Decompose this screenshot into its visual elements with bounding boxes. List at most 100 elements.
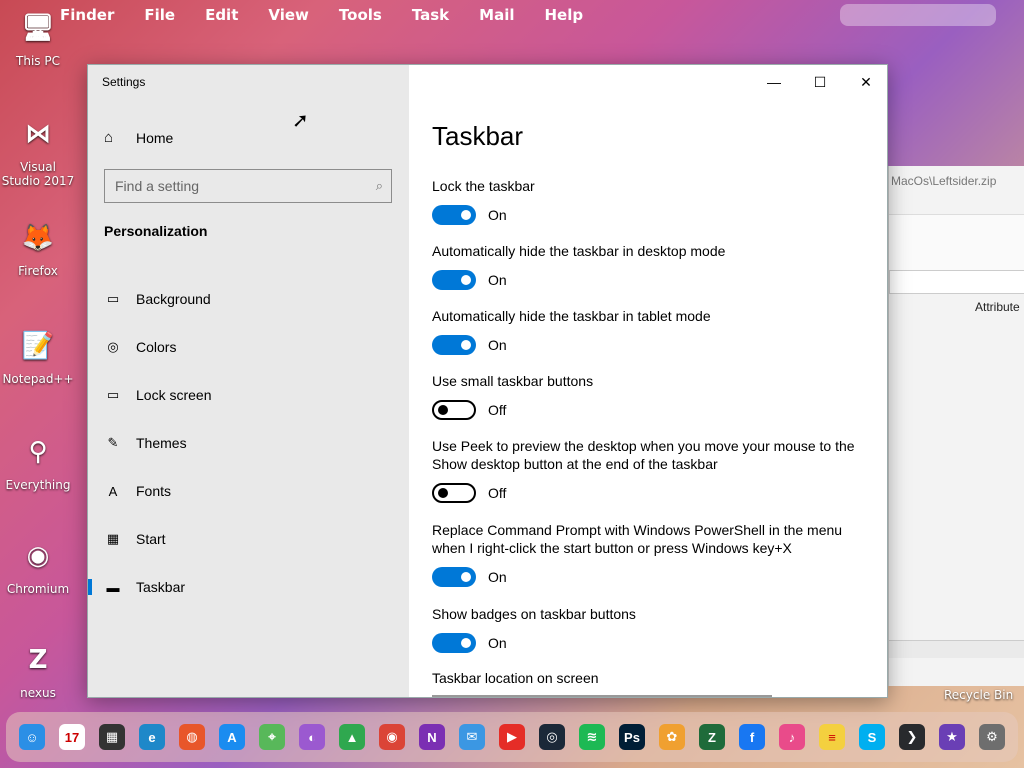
sidebar-nav: ▭ Background ◎ Colors ▭ Lock screen ✎ Themes A Fo… bbox=[88, 275, 409, 611]
desktop-icon-visual-studio[interactable]: ⋈ Visual Studio 2017 bbox=[0, 110, 76, 188]
toggle-switch[interactable] bbox=[432, 633, 476, 653]
column-header-attribute[interactable]: Attribute bbox=[975, 300, 1020, 314]
toggle-state-label: Off bbox=[488, 402, 507, 418]
desktop-icon-chromium[interactable]: ◉ Chromium bbox=[0, 532, 76, 596]
setting-option-label: Automatically hide the taskbar in tablet… bbox=[432, 308, 711, 324]
palette-icon: ◎ bbox=[107, 339, 119, 354]
desktop-icon-label: Firefox bbox=[18, 264, 58, 278]
menu-bar: Finder File Edit View Tools Task Mail He… bbox=[0, 0, 1024, 30]
google-drive-icon[interactable]: ▲ bbox=[339, 724, 365, 750]
sidebar-item-taskbar[interactable]: ▬ Taskbar bbox=[88, 563, 409, 611]
toggle-switch[interactable] bbox=[432, 567, 476, 587]
setting-option-label: Use small taskbar buttons bbox=[432, 373, 594, 389]
notes-icon[interactable]: ≡ bbox=[819, 724, 845, 750]
minimize-icon[interactable]: — bbox=[751, 65, 797, 99]
desktop-icon-firefox[interactable]: 🦊 Firefox bbox=[0, 214, 76, 278]
toggle-switch[interactable] bbox=[432, 335, 476, 355]
horizontal-scrollbar[interactable] bbox=[889, 640, 1024, 658]
menu-item-tools[interactable]: Tools bbox=[339, 6, 382, 24]
page-title: Taskbar bbox=[432, 121, 524, 151]
mail-icon[interactable]: ✉ bbox=[459, 724, 485, 750]
toggle-switch[interactable] bbox=[432, 400, 476, 420]
sidebar-item-themes[interactable]: ✎ Themes bbox=[88, 419, 409, 467]
computer-icon: 🖥 bbox=[21, 13, 55, 43]
mouse-pointer-icon: ➚ bbox=[292, 110, 309, 132]
close-icon[interactable]: ✕ bbox=[843, 65, 887, 99]
desktop-icon-label: Visual Studio 2017 bbox=[1, 160, 75, 188]
youtube-icon[interactable]: ▶ bbox=[499, 724, 525, 750]
steam-icon[interactable]: ◎ bbox=[539, 724, 565, 750]
desktop-icon-everything-search[interactable]: ⚲ Everything bbox=[0, 428, 76, 492]
firefox-dock-icon[interactable]: ◍ bbox=[179, 724, 205, 750]
toggle-switch[interactable] bbox=[432, 205, 476, 225]
sidebar-item-lock-screen[interactable]: ▭ Lock screen bbox=[88, 371, 409, 419]
background-image-icon: ▭ bbox=[106, 291, 120, 306]
sidebar-item-colors[interactable]: ◎ Colors bbox=[88, 323, 409, 371]
maximize-icon[interactable]: ☐ bbox=[797, 65, 843, 99]
search-input[interactable] bbox=[105, 170, 355, 202]
facebook-icon[interactable]: f bbox=[739, 724, 765, 750]
system-preferences-icon[interactable]: ⚙ bbox=[979, 724, 1005, 750]
menu-item-help[interactable]: Help bbox=[545, 6, 584, 24]
sidebar-item-background[interactable]: ▭ Background bbox=[88, 275, 409, 323]
window-title: Settings bbox=[102, 75, 146, 89]
edge-icon[interactable]: e bbox=[139, 724, 165, 750]
taskbar-location-dropdown[interactable] bbox=[432, 695, 772, 697]
section-title: Personalization bbox=[104, 223, 208, 239]
sidebar-item-label: Lock screen bbox=[136, 387, 212, 403]
settings-window: Settings ⌂ Home ⌕ Personalization ▭ Backg… bbox=[87, 64, 888, 698]
chromium-icon: ◉ bbox=[26, 541, 50, 571]
menu-item-edit[interactable]: Edit bbox=[205, 6, 238, 24]
calculator-icon[interactable]: ▦ bbox=[99, 724, 125, 750]
onenote-icon[interactable]: N bbox=[419, 724, 445, 750]
sidebar-item-start[interactable]: ▦ Start bbox=[88, 515, 409, 563]
sidebar-item-fonts[interactable]: A Fonts bbox=[88, 467, 409, 515]
spotify-icon[interactable]: ≋ bbox=[579, 724, 605, 750]
desktop-icon-notepad-plus-plus[interactable]: 📝 Notepad++ bbox=[0, 322, 76, 386]
search-icon[interactable]: ⌕ bbox=[376, 178, 383, 194]
setting-option-label: Lock the taskbar bbox=[432, 178, 535, 194]
siri-icon[interactable]: ◐ bbox=[299, 724, 325, 750]
desktop-icon-computer[interactable]: 🖥 This PC bbox=[0, 4, 76, 68]
photoshop-icon[interactable]: Ps bbox=[619, 724, 645, 750]
setting-option-label: Automatically hide the taskbar in deskto… bbox=[432, 243, 726, 259]
menu-item-task[interactable]: Task bbox=[412, 6, 449, 24]
toggle-row: On bbox=[432, 335, 872, 355]
recycle-bin-label[interactable]: Recycle Bin bbox=[944, 688, 1013, 702]
itunes-icon[interactable]: ♪ bbox=[779, 724, 805, 750]
toggle-state-label: Off bbox=[488, 485, 507, 501]
taskbar-location-label: Taskbar location on screen bbox=[432, 670, 599, 686]
visual-studio-icon: ⋈ bbox=[25, 119, 51, 149]
toggle-switch[interactable] bbox=[432, 270, 476, 290]
plex-icon[interactable]: ❯ bbox=[899, 724, 925, 750]
setting-option: Lock the taskbar On bbox=[432, 177, 872, 225]
menu-item-view[interactable]: View bbox=[268, 6, 309, 24]
background-window[interactable]: MacOs\Leftsider.zip Attribute bbox=[888, 166, 1024, 686]
desktop-icon-label: Notepad++ bbox=[2, 372, 74, 386]
sidebar-item-label: Themes bbox=[136, 435, 187, 451]
menu-item-file[interactable]: File bbox=[144, 6, 175, 24]
dock: ☺ 17 ▦ e ◍ A ⌖ ◐ ▲ ◉ N ✉ ▶ ◎ ≋ Ps ✿ Zf ♪ ≡ S ❯ ★ ⚙ bbox=[6, 712, 1018, 762]
maps-icon[interactable]: ⌖ bbox=[259, 724, 285, 750]
calendar-icon[interactable]: 17 bbox=[59, 724, 85, 750]
chrome-icon[interactable]: ◉ bbox=[379, 724, 405, 750]
settings-sidebar: Settings ⌂ Home ⌕ Personalization ▭ Backg… bbox=[88, 65, 409, 697]
home-link[interactable]: ⌂ Home bbox=[104, 129, 173, 146]
app-store-icon[interactable]: A bbox=[219, 724, 245, 750]
toggle-state-label: On bbox=[488, 272, 507, 288]
zendesk-icon[interactable]: Z bbox=[699, 724, 725, 750]
notepad-plus-plus-icon: 📝 bbox=[21, 331, 55, 361]
imovie-icon[interactable]: ★ bbox=[939, 724, 965, 750]
desktop-icon-nexus[interactable]: Znexus bbox=[0, 636, 76, 700]
toggle-state-label: On bbox=[488, 337, 507, 353]
address-dropdown[interactable] bbox=[889, 270, 1024, 294]
setting-option-label: Show badges on taskbar buttons bbox=[432, 606, 636, 622]
photos-icon[interactable]: ✿ bbox=[659, 724, 685, 750]
skype-icon[interactable]: S bbox=[859, 724, 885, 750]
search-box[interactable]: ⌕ bbox=[104, 169, 392, 203]
toggle-state-label: On bbox=[488, 207, 507, 223]
toggle-switch[interactable] bbox=[432, 483, 476, 503]
sidebar-item-label: Background bbox=[136, 291, 211, 307]
finder-icon[interactable]: ☺ bbox=[19, 724, 45, 750]
menu-item-mail[interactable]: Mail bbox=[479, 6, 514, 24]
